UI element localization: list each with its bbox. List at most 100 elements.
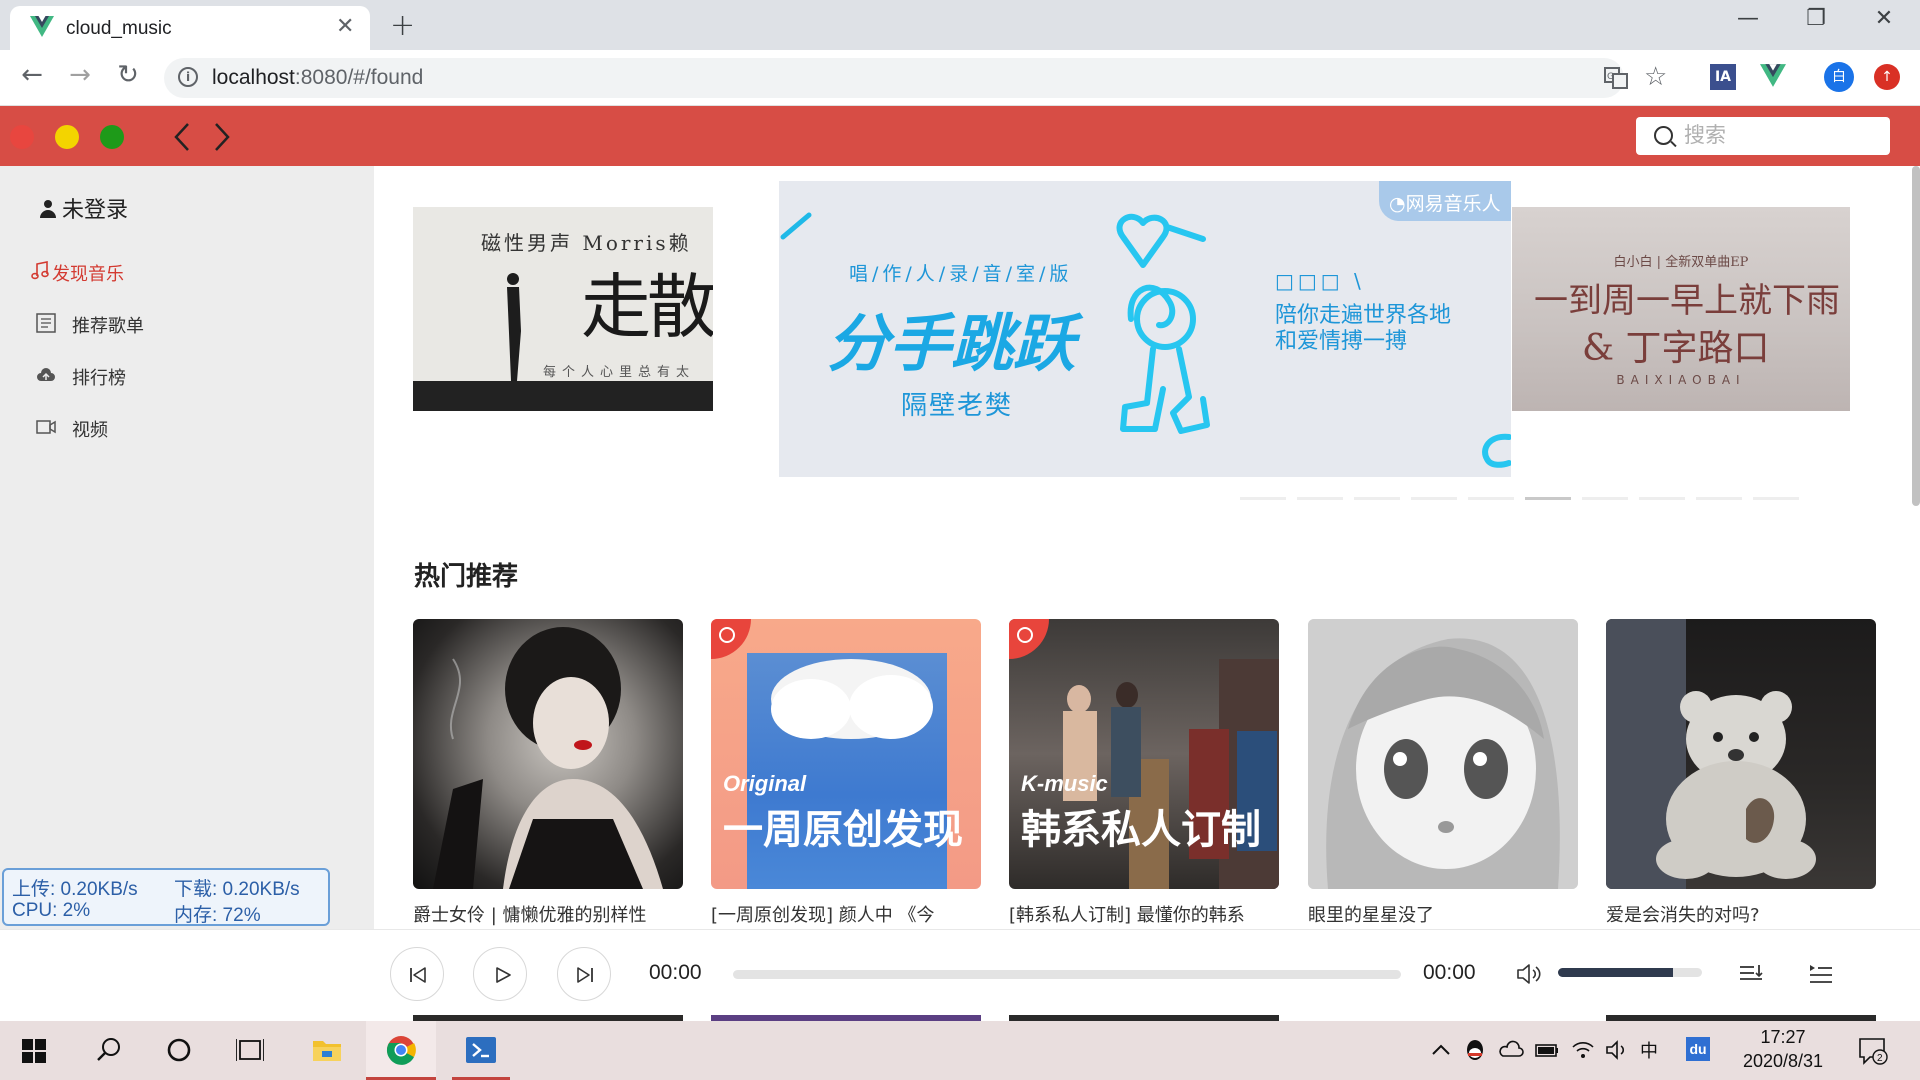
windows-start-icon[interactable] [22,1039,46,1063]
playlist-cover[interactable] [1606,619,1876,889]
banner-indicator-active[interactable] [1525,497,1571,500]
playlist-caption[interactable]: [一周原创发现] 颜人中 《今 [711,901,981,927]
banner-right-line2: & 丁字路口 [1582,328,1770,369]
ia-icon[interactable]: IA [1710,64,1736,90]
current-time: 00:00 [649,961,702,984]
neon-figure-icon [1116,214,1210,434]
chrome-icon [386,1036,416,1065]
app-header [0,106,1920,166]
banner-indicator[interactable] [1696,497,1742,500]
playback-mode-icon[interactable] [1738,962,1764,986]
taskbar-chrome[interactable] [366,1021,436,1080]
new-tab-button[interactable]: + [390,8,415,43]
player-bar: 00:00 00:00 [0,929,1920,1015]
forward-chevron-icon[interactable] [212,122,232,152]
netease-corner-logo-icon [1009,619,1049,659]
badge-label: 网易音乐人 [1405,193,1501,215]
previous-track-button[interactable] [390,947,444,1001]
playlist-caption[interactable]: [韩系私人订制] 最懂你的韩系 [1009,901,1279,927]
vue-devtools-icon[interactable] [1760,64,1786,88]
banner-ground [413,381,713,411]
taskbar-powershell[interactable] [446,1021,516,1080]
search-box[interactable] [1636,117,1890,155]
banner-indicator[interactable] [1468,497,1514,500]
teddy-bear-art [1606,619,1816,889]
task-view-icon[interactable] [236,1037,264,1063]
tab-close-icon[interactable]: ✕ [336,14,354,39]
url-text[interactable]: localhost:8080/#/found [212,66,423,90]
playlist-queue-icon[interactable] [1808,962,1834,986]
close-window-button[interactable]: ✕ [1864,6,1904,31]
banner-indicator[interactable] [1297,497,1343,500]
ime-indicator[interactable]: 中 [1640,1037,1658,1063]
banner-indicator[interactable] [1411,497,1457,500]
cover-overlay-small: Original [723,771,807,796]
discover-page: 磁性男声 Morris赖 走散 每个人心里总有太 白小白 | 全新双单曲EP 一… [374,166,1920,929]
restore-window-button[interactable]: ❐ [1796,6,1836,31]
qq-icon[interactable] [1462,1037,1488,1063]
onedrive-icon[interactable] [1498,1037,1524,1063]
sidebar-item-label: 视频 [72,420,108,441]
browser-tab[interactable]: cloud_music ✕ [10,6,370,50]
volume-icon[interactable] [1516,962,1542,986]
translate-icon[interactable]: G [1604,67,1628,89]
banner-right-line1: 一到周一早上就下雨 [1534,281,1840,321]
banner-indicator[interactable] [1354,497,1400,500]
notification-center-icon[interactable]: 2 [1858,1037,1888,1065]
banner-center[interactable]: ◔网易音乐人 唱/作/人/录/音/室/版 分手跳跃 隔壁老樊 □□□ \ 陪你走… [779,181,1511,477]
play-icon [496,967,511,983]
playlist-cover[interactable] [413,619,683,889]
wifi-icon[interactable] [1570,1037,1596,1063]
play-button[interactable] [473,947,527,1001]
minimize-window-button[interactable]: — [1728,6,1768,31]
clock-date: 2020/8/31 [1742,1051,1824,1071]
tray-overflow-chevron-icon[interactable] [1428,1037,1454,1063]
next-track-button[interactable] [557,947,611,1001]
battery-icon[interactable] [1534,1037,1560,1063]
playlist-caption[interactable]: 眼里的星星没了 [1308,901,1578,927]
search-icon[interactable] [96,1037,122,1063]
search-icon [1654,126,1673,145]
playlist-caption[interactable]: 爵士女伶 | 慵懒优雅的别样性 [413,901,683,927]
close-dot-icon[interactable] [10,125,34,149]
address-bar[interactable]: i localhost:8080/#/found G ☆ [164,58,1667,98]
banner-indicator[interactable] [1639,497,1685,500]
baidu-icon[interactable]: du [1686,1037,1710,1061]
playlist-cover[interactable]: Original 一周原创发现 [711,619,981,889]
banner-indicator[interactable] [1240,497,1286,500]
search-input[interactable] [1684,121,1874,149]
reload-icon[interactable]: ↻ [110,60,146,90]
forward-arrow-icon[interactable]: → [62,60,98,90]
banner-left[interactable]: 磁性男声 Morris赖 走散 每个人心里总有太 [413,207,713,411]
neon-curl-icon [1482,433,1511,468]
progress-bar[interactable] [733,970,1401,979]
profile-icon[interactable]: 白 [1824,62,1854,92]
maximize-dot-icon[interactable] [100,125,124,149]
sidebar-item-label: 排行榜 [72,368,126,389]
walking-figure-icon [507,273,521,381]
main-scrollbar[interactable] [1912,166,1920,506]
site-info-icon[interactable]: i [178,67,198,87]
playlist-caption[interactable]: 爱是会消失的对吗? [1606,901,1876,927]
speaker-icon[interactable] [1604,1037,1630,1063]
file-explorer-icon[interactable] [312,1037,342,1063]
system-clock[interactable]: 17:27 2020/8/31 [1718,1025,1848,1073]
playlist-cover[interactable]: K-music 韩系私人订制 [1009,619,1279,889]
banner-indicator[interactable] [1582,497,1628,500]
volume-slider[interactable] [1558,968,1702,977]
login-label: 未登录 [62,198,129,223]
back-arrow-icon[interactable]: ← [14,60,50,90]
update-icon[interactable]: ↑ [1874,64,1900,90]
network-monitor-widget[interactable]: 上传: 0.20KB/s 下载: 0.20KB/s CPU: 2% 内存: 72… [2,868,330,926]
banner-right[interactable]: 白小白 | 全新双单曲EP 一到周一早上就下雨 & 丁字路口 BAIXIAOBA… [1512,207,1850,411]
back-chevron-icon[interactable] [172,122,192,152]
banner-right-sub: BAIXIAOBAI [1616,373,1746,387]
login-status[interactable]: 未登录 [40,192,128,224]
banner-indicator[interactable] [1753,497,1799,500]
cortana-icon[interactable] [166,1037,192,1063]
star-icon[interactable]: ☆ [1644,62,1667,92]
minimize-dot-icon[interactable] [55,125,79,149]
cover-overlay-big: 韩系私人订制 [1021,807,1261,853]
sidebar: 未登录 发现音乐 推荐歌单 排行榜 视频 [0,166,374,929]
playlist-cover[interactable] [1308,619,1578,889]
